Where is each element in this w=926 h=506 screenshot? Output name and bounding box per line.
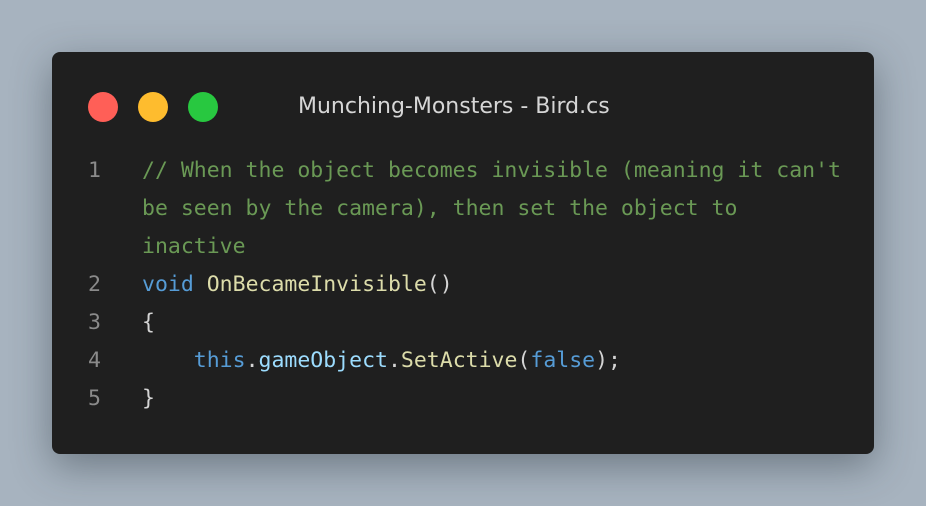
- code-token-keyword: this: [193, 348, 246, 373]
- code-line-text: this.gameObject.SetActive(false);: [142, 342, 842, 380]
- minimize-window-button[interactable]: [138, 92, 168, 122]
- code-window: Munching-Monsters - Bird.cs 1 // When th…: [52, 52, 874, 454]
- window-title: Munching-Monsters - Bird.cs: [298, 94, 610, 119]
- code-token-punctuation: .: [387, 348, 401, 373]
- code-line: 2 void OnBecameInvisible(): [52, 266, 874, 304]
- code-token-punctuation: [194, 272, 207, 297]
- code-line: 3 {: [52, 304, 874, 342]
- code-token-keyword: false: [530, 348, 596, 373]
- code-token-property: gameObject: [258, 348, 388, 373]
- code-editor: 1 // When the object becomes invisible (…: [52, 152, 874, 418]
- code-token-punctuation: );: [595, 348, 621, 373]
- line-number: 5: [88, 386, 101, 411]
- code-token-function: SetActive: [400, 348, 518, 373]
- window-titlebar: Munching-Monsters - Bird.cs: [52, 52, 874, 162]
- code-line-text: {: [142, 304, 842, 342]
- code-line: 4 this.gameObject.SetActive(false);: [52, 342, 874, 380]
- line-number: 3: [88, 310, 101, 335]
- code-token-keyword: void: [142, 272, 194, 297]
- code-token-punctuation: .: [245, 348, 259, 373]
- code-line: 1 // When the object becomes invisible (…: [52, 152, 874, 266]
- maximize-window-button[interactable]: [188, 92, 218, 122]
- code-token-function: OnBecameInvisible: [206, 272, 427, 297]
- code-token-punctuation: (): [426, 272, 453, 297]
- code-token-punctuation: }: [142, 386, 155, 411]
- code-line-text: }: [142, 380, 842, 418]
- code-line: 5 }: [52, 380, 874, 418]
- code-line-text: void OnBecameInvisible(): [142, 266, 842, 304]
- code-token-comment: // When the object becomes invisible (me…: [142, 158, 854, 259]
- code-token-punctuation: [142, 348, 194, 373]
- line-number: 1: [88, 158, 101, 183]
- code-token-punctuation: {: [142, 310, 155, 335]
- line-number: 2: [88, 272, 101, 297]
- line-number: 4: [88, 348, 101, 373]
- code-token-punctuation: (: [517, 348, 531, 373]
- code-line-text: // When the object becomes invisible (me…: [142, 152, 842, 266]
- close-window-button[interactable]: [88, 92, 118, 122]
